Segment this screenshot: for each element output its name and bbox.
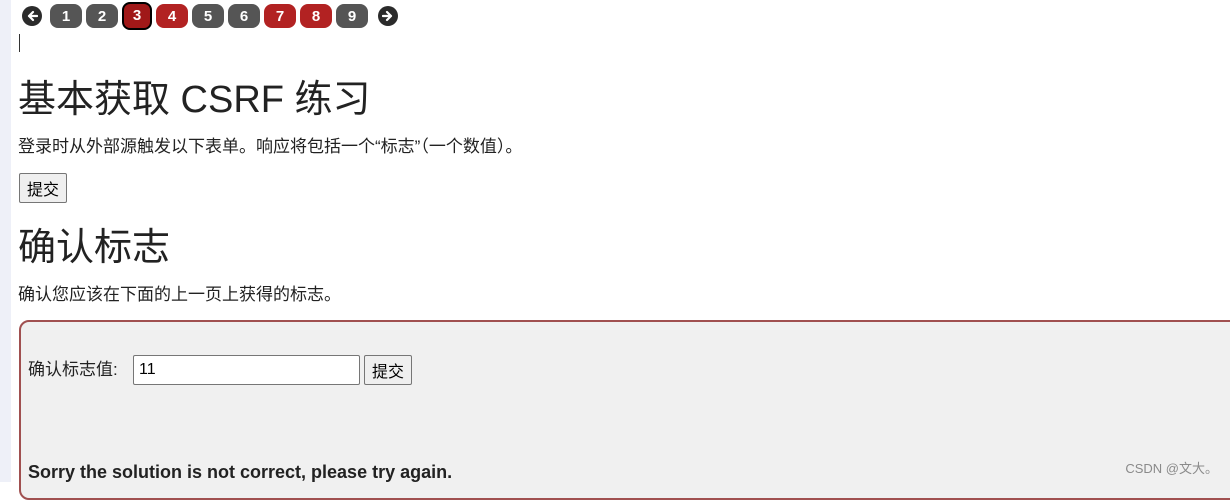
text-cursor xyxy=(19,34,20,52)
page-button-4[interactable]: 4 xyxy=(156,4,188,28)
csrf-exercise-description: 登录时从外部源触发以下表单。响应将包括一个“标志”（一个数值）。 xyxy=(18,137,523,156)
confirm-flag-form: 确认标志值: 提交 Sorry the solution is not corr… xyxy=(19,320,1230,500)
page-button-2[interactable]: 2 xyxy=(86,4,118,28)
page-button-1[interactable]: 1 xyxy=(50,4,82,28)
arrow-right-icon[interactable] xyxy=(378,6,398,26)
left-edge-strip xyxy=(0,0,11,482)
confirm-flag-title: 确认标志 xyxy=(18,227,171,269)
feedback-message: Sorry the solution is not correct, pleas… xyxy=(28,462,453,482)
confirm-flag-submit-button[interactable]: 提交 xyxy=(364,355,413,385)
csrf-exercise-title: 基本获取 CSRF 练习 xyxy=(18,79,371,121)
page-button-6[interactable]: 6 xyxy=(228,4,260,28)
confirm-flag-description: 确认您应该在下面的上一页上获得的标志。 xyxy=(18,285,341,304)
page-button-8[interactable]: 8 xyxy=(300,4,332,28)
flag-value-label: 确认标志值: xyxy=(28,360,118,379)
page-button-3-current[interactable]: 3 xyxy=(122,1,152,30)
arrow-left-icon[interactable] xyxy=(22,6,42,26)
csdn-watermark: CSDN @文大。 xyxy=(1125,461,1218,476)
flag-value-input[interactable] xyxy=(133,355,360,385)
lesson-pagination: 1 2 3 4 5 6 7 8 9 xyxy=(22,1,398,30)
lesson-page: 1 2 3 4 5 6 7 8 9 基本获取 CSRF 练习 登录时从外部源触发… xyxy=(18,0,1230,500)
page-button-7[interactable]: 7 xyxy=(264,4,296,28)
page-button-9[interactable]: 9 xyxy=(336,4,368,28)
page-button-5[interactable]: 5 xyxy=(192,4,224,28)
csrf-submit-button[interactable]: 提交 xyxy=(19,173,68,203)
